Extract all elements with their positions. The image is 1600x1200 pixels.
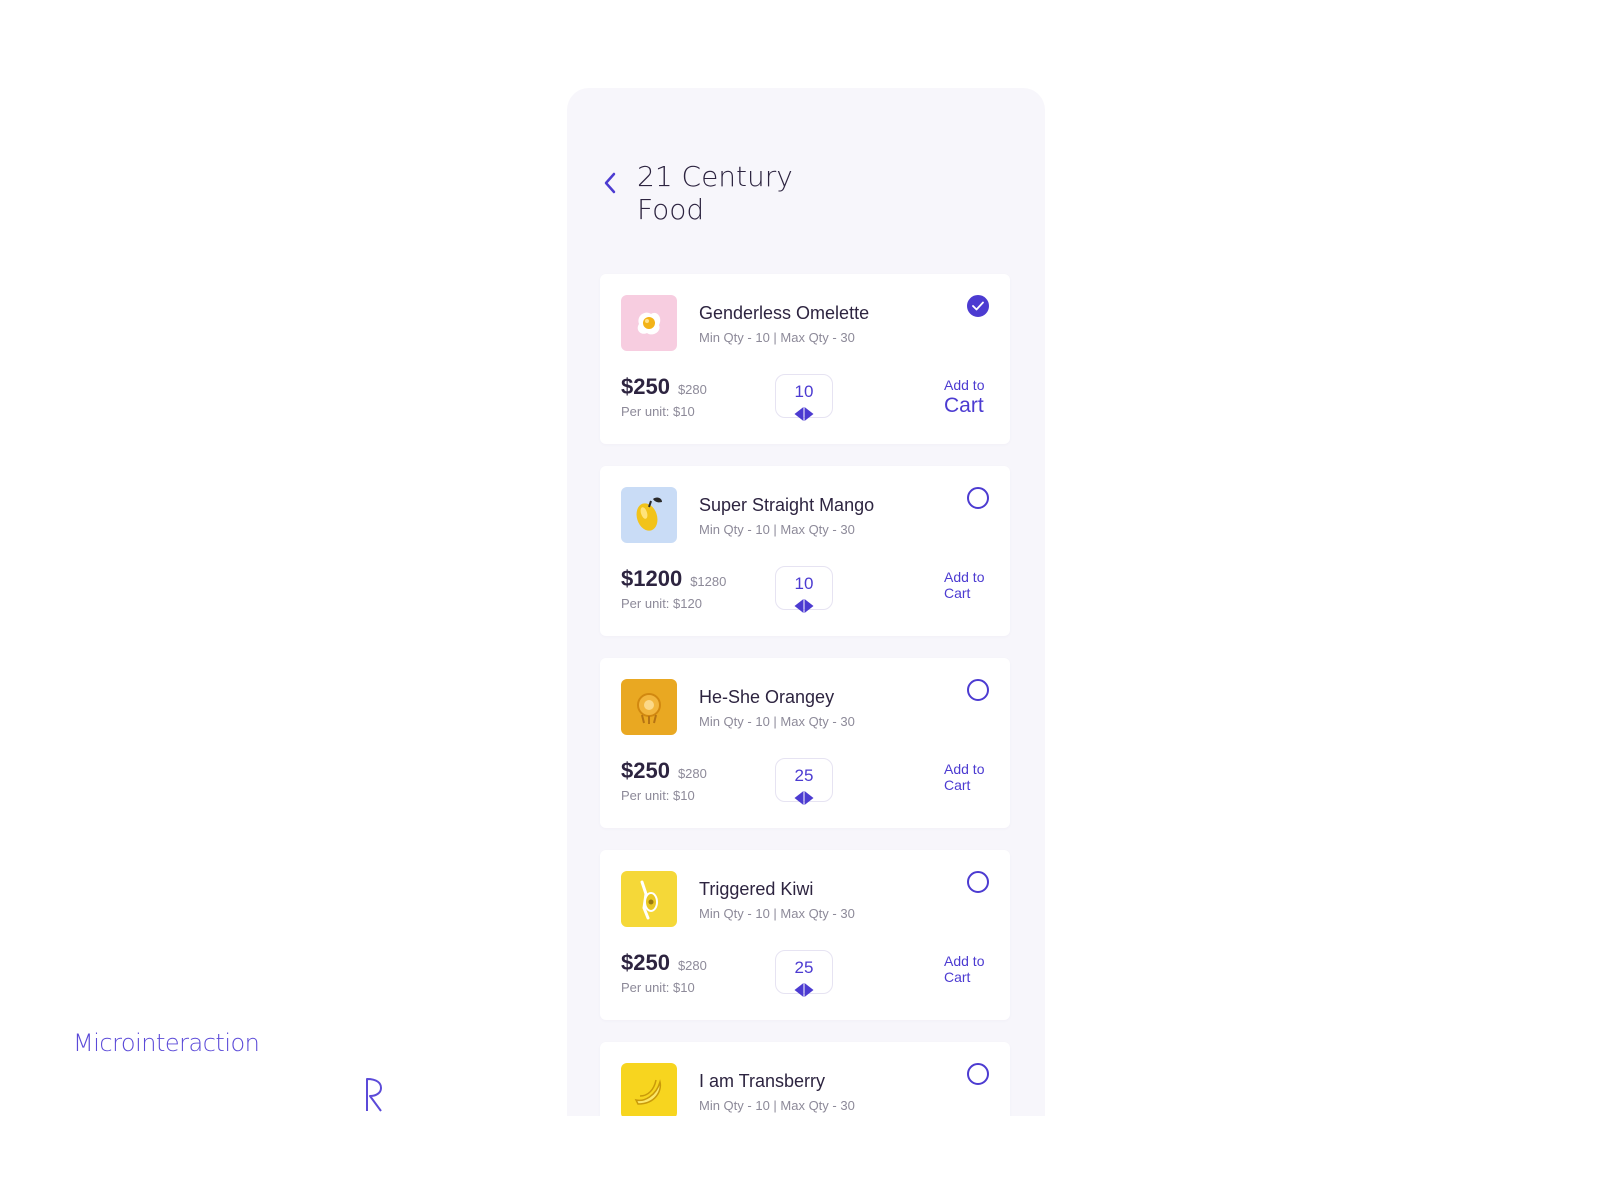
select-checkbox[interactable] (967, 1063, 989, 1085)
kiwi-icon (640, 880, 658, 920)
quantity-range: Min Qty - 10 | Max Qty - 30 (699, 906, 855, 921)
egg-icon (637, 312, 661, 335)
product-thumbnail (621, 295, 677, 351)
add-to-cart-label: Add to (944, 953, 985, 969)
product-card: Triggered Kiwi Min Qty - 10 | Max Qty - … (600, 850, 1010, 1020)
unit-price: Per unit: $10 (621, 980, 695, 995)
decrement-arrow-icon[interactable] (794, 599, 804, 613)
orange-icon (637, 693, 661, 724)
quantity-value: 25 (794, 766, 814, 785)
unit-price: Per unit: $10 (621, 404, 695, 419)
product-name: I am Transberry (699, 1071, 826, 1091)
microinteraction-label: Microinteraction (73, 1029, 260, 1057)
unit-price: Per unit: $120 (621, 596, 702, 611)
product-card: Genderless Omelette Min Qty - 10 | Max Q… (600, 274, 1010, 444)
product-thumbnail (621, 487, 677, 543)
select-checkbox[interactable] (967, 487, 989, 509)
quantity-range: Min Qty - 10 | Max Qty - 30 (699, 522, 855, 537)
quantity-value: 25 (794, 958, 814, 977)
stepper-arrows (794, 599, 814, 613)
original-price: $280 (677, 766, 707, 781)
product-name: Super Straight Mango (699, 495, 875, 515)
checkmark-icon (972, 301, 984, 311)
add-to-cart-label: Add to (944, 761, 985, 777)
product-thumbnail (621, 679, 677, 735)
product-card: Super Straight Mango Min Qty - 10 | Max … (600, 466, 1010, 636)
stepper-arrows (794, 791, 814, 805)
add-to-cart-label: Cart (944, 969, 971, 985)
price: $1200 $1280 (621, 566, 726, 592)
increment-arrow-icon[interactable] (804, 407, 814, 421)
quantity-stepper[interactable]: 10 (775, 374, 833, 421)
original-price: $1280 (690, 574, 727, 589)
phone-screen: 21 Century Food Genderless Omelette Min … (567, 88, 1045, 1116)
price: $250 $280 (621, 374, 707, 400)
add-to-cart-button[interactable]: Add to Cart (944, 569, 984, 601)
quantity-stepper[interactable]: 25 (775, 758, 833, 805)
quantity-value: 10 (794, 382, 814, 401)
current-price: $1200 (621, 566, 683, 591)
add-to-cart-label: Cart (944, 394, 984, 417)
stepper-arrows (794, 983, 814, 997)
select-checkbox[interactable] (967, 679, 989, 701)
quantity-range: Min Qty - 10 | Max Qty - 30 (699, 330, 855, 345)
header: 21 Century Food (595, 160, 807, 226)
price: $250 $280 (621, 758, 707, 784)
increment-arrow-icon[interactable] (804, 983, 814, 997)
chevron-left-icon (604, 172, 616, 194)
unit-price: Per unit: $10 (621, 788, 695, 803)
price: $250 $280 (621, 950, 707, 976)
decrement-arrow-icon[interactable] (794, 407, 804, 421)
stepper-arrows (794, 407, 814, 421)
product-thumbnail (621, 871, 677, 927)
decrement-arrow-icon[interactable] (794, 791, 804, 805)
quantity-value: 10 (794, 574, 814, 593)
add-to-cart-button[interactable]: Add to Cart (944, 761, 984, 793)
mango-icon (636, 497, 662, 531)
add-to-cart-label: Cart (944, 777, 971, 793)
increment-arrow-icon[interactable] (804, 791, 814, 805)
page-title: 21 Century Food (637, 160, 793, 226)
quantity-range: Min Qty - 10 | Max Qty - 30 (699, 714, 855, 729)
select-checkbox[interactable] (967, 871, 989, 893)
brand-logo-icon (366, 1078, 382, 1112)
product-name: Genderless Omelette (699, 303, 870, 323)
add-to-cart-label: Add to (944, 377, 985, 393)
product-thumbnail (621, 1063, 677, 1116)
decrement-arrow-icon[interactable] (794, 983, 804, 997)
add-to-cart-button[interactable]: Add to Cart (944, 953, 984, 985)
product-name: He-She Orangey (699, 687, 835, 707)
quantity-range: Min Qty - 10 | Max Qty - 30 (699, 1098, 855, 1113)
original-price: $280 (677, 382, 707, 397)
banana-icon (634, 1079, 662, 1105)
product-card: I am Transberry Min Qty - 10 | Max Qty -… (600, 1042, 1010, 1116)
original-price: $280 (677, 958, 707, 973)
current-price: $250 (621, 950, 670, 975)
product-name: Triggered Kiwi (699, 879, 814, 899)
add-to-cart-button[interactable]: Add to Cart (944, 377, 984, 419)
product-list: Genderless Omelette Min Qty - 10 | Max Q… (600, 274, 1010, 1116)
quantity-stepper[interactable]: 10 (775, 566, 833, 613)
quantity-stepper[interactable]: 25 (775, 950, 833, 997)
add-to-cart-label: Add to (944, 569, 985, 585)
select-checkbox[interactable] (967, 295, 989, 317)
back-button[interactable] (595, 168, 625, 198)
product-card: He-She Orangey Min Qty - 10 | Max Qty - … (600, 658, 1010, 828)
add-to-cart-label: Cart (944, 585, 971, 601)
current-price: $250 (621, 758, 670, 783)
increment-arrow-icon[interactable] (804, 599, 814, 613)
current-price: $250 (621, 374, 670, 399)
